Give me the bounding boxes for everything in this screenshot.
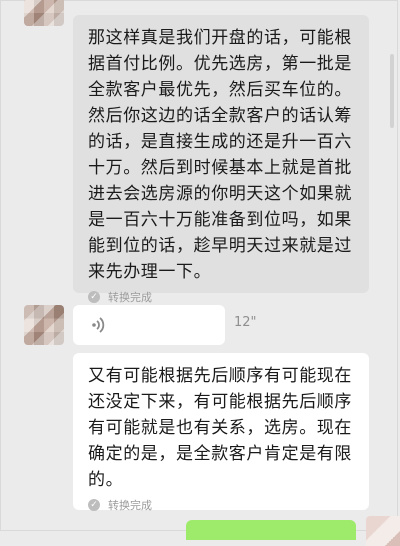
voice-duration: 12": [234, 315, 257, 330]
self-avatar[interactable]: [366, 516, 400, 546]
avatar[interactable]: [24, 305, 64, 345]
status-label: 转换完成: [108, 291, 152, 304]
transcription-bubble[interactable]: 又有可能根据先后顺序有可能现在 还没定下来，有可能根据先后顺序 有可能就是也有关…: [73, 353, 369, 513]
message-text: 又有可能根据先后顺序有可能现在 还没定下来，有可能根据先后顺序 有可能就是也有关…: [88, 366, 352, 490]
status-label: 转换完成: [108, 499, 152, 512]
check-icon: ✓: [88, 499, 100, 511]
self-message-bubble[interactable]: [186, 520, 356, 540]
avatar[interactable]: [24, 0, 64, 26]
message-text: 那这样真是我们开盘的话，可能根 据首付比例。优先选房，第一批是 全款客户最优先，…: [88, 28, 352, 282]
transcription-bubble[interactable]: 那这样真是我们开盘的话，可能根 据首付比例。优先选房，第一批是 全款客户最优先，…: [73, 15, 369, 304]
scrollbar[interactable]: [390, 54, 394, 128]
transcription-status: ✓ 转换完成: [88, 497, 357, 513]
voice-message-bubble[interactable]: [73, 305, 225, 345]
transcription-status: ✓ 转换完成: [88, 289, 357, 305]
check-icon: ✓: [88, 291, 100, 303]
voice-wave-icon: [92, 317, 105, 333]
